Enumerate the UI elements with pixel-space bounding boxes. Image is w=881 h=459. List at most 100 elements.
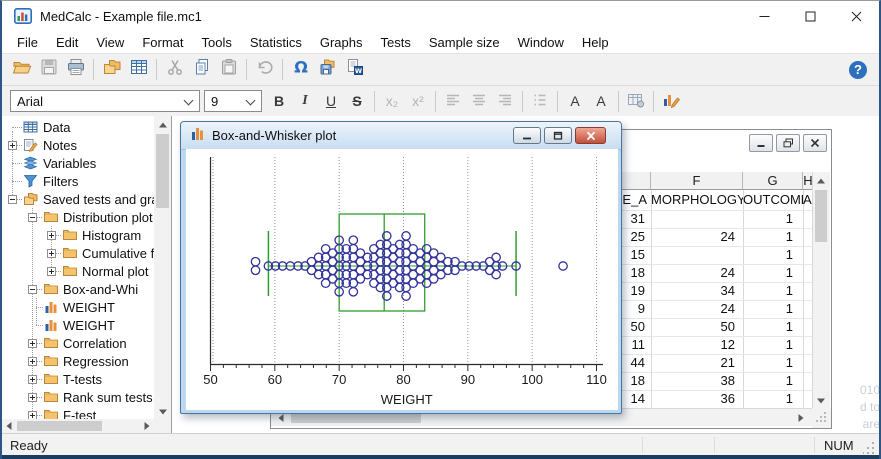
expand-toggle-icon[interactable] (28, 393, 37, 402)
bullet-list-button[interactable] (527, 89, 553, 113)
decrease-font-button[interactable]: A (588, 89, 614, 113)
sheet-resize-grip[interactable] (812, 408, 831, 428)
close-button[interactable] (833, 1, 879, 31)
sidebar-horizontal-scrollbar[interactable] (2, 419, 171, 433)
expand-toggle-icon[interactable] (8, 141, 17, 150)
data-cell[interactable] (651, 210, 743, 228)
data-cell[interactable]: 1 (743, 354, 803, 372)
increase-font-button[interactable]: A (562, 89, 588, 113)
variable-name-cell-F[interactable]: MORPHOLOGY (651, 190, 743, 210)
collapse-toggle-icon[interactable] (28, 213, 37, 222)
scroll-down-arrow[interactable] (154, 402, 171, 419)
expand-toggle-icon[interactable] (28, 357, 37, 366)
align-center-button[interactable] (466, 89, 492, 113)
column-header-G[interactable]: G (743, 172, 803, 190)
scroll-up-arrow[interactable] (813, 172, 829, 189)
variable-name-cell-G[interactable]: OUTCOME (743, 190, 803, 210)
sidebar-item-f-test[interactable]: F-test (2, 406, 154, 419)
resize-grip[interactable] (862, 442, 876, 454)
data-cell[interactable]: 24 (651, 264, 743, 282)
data-cell[interactable]: 34 (651, 282, 743, 300)
align-right-button[interactable] (492, 89, 518, 113)
help-button[interactable]: ? (849, 61, 867, 79)
sidebar-item-histogram[interactable]: Histogram (2, 226, 154, 244)
scroll-up-arrow[interactable] (154, 116, 171, 133)
sidebar-item-distribution-plot[interactable]: Distribution plot (2, 208, 154, 226)
menu-file[interactable]: File (8, 33, 47, 52)
data-cell[interactable]: 1 (743, 210, 803, 228)
sidebar-item-regression[interactable]: Regression (2, 352, 154, 370)
data-cell[interactable]: 1 (743, 228, 803, 246)
data-cell[interactable]: 12 (651, 336, 743, 354)
sidebar-vertical-scrollbar[interactable] (154, 116, 171, 419)
menu-help[interactable]: Help (573, 33, 618, 52)
sidebar-item-cumulative-fr[interactable]: Cumulative fr (2, 244, 154, 262)
data-cell[interactable]: 36 (651, 390, 743, 408)
data-cell[interactable]: 24 (651, 300, 743, 318)
plot-window-titlebar[interactable]: Box-and-Whisker plot (181, 122, 621, 150)
data-cell[interactable]: 1 (743, 336, 803, 354)
sidebar-item-normal-plot[interactable]: Normal plot (2, 262, 154, 280)
italic-button[interactable]: I (292, 89, 318, 113)
scroll-down-arrow[interactable] (813, 391, 829, 408)
export-word-button[interactable]: W (341, 57, 368, 83)
strikethrough-button[interactable]: S (344, 89, 370, 113)
save-button[interactable] (35, 57, 62, 83)
scroll-thumb[interactable] (17, 421, 102, 431)
menu-view[interactable]: View (87, 33, 133, 52)
menu-edit[interactable]: Edit (47, 33, 87, 52)
print-button[interactable] (62, 57, 89, 83)
collapse-toggle-icon[interactable] (8, 195, 17, 204)
plot-restore-button[interactable] (544, 127, 572, 144)
sheet-close-button[interactable] (803, 134, 827, 152)
cell-format-button[interactable] (623, 89, 649, 113)
maximize-button[interactable] (787, 1, 833, 31)
sidebar-item-saved-tests-and-grap[interactable]: Saved tests and grap (2, 190, 154, 208)
menu-window[interactable]: Window (509, 33, 573, 52)
subscript-button[interactable]: x₂ (379, 89, 405, 113)
plot-minimize-button[interactable] (513, 127, 541, 144)
data-cell[interactable]: 38 (651, 372, 743, 390)
data-cell[interactable]: 21 (651, 354, 743, 372)
edit-graph-button[interactable] (658, 89, 684, 113)
sidebar-item-variables[interactable]: Variables (2, 154, 154, 172)
menu-sample-size[interactable]: Sample size (420, 33, 509, 52)
data-cell[interactable]: 24 (651, 228, 743, 246)
superscript-button[interactable]: x² (405, 89, 431, 113)
sidebar-item-filters[interactable]: Filters (2, 172, 154, 190)
menu-tools[interactable]: Tools (192, 33, 240, 52)
plot-close-button[interactable] (575, 127, 606, 144)
data-cell[interactable]: 1 (743, 264, 803, 282)
expand-toggle-icon[interactable] (28, 339, 37, 348)
duplicate-button[interactable] (98, 57, 125, 83)
align-left-button[interactable] (440, 89, 466, 113)
data-cell[interactable]: 1 (743, 246, 803, 264)
expand-toggle-icon[interactable] (28, 375, 37, 384)
font-family-select[interactable]: Arial (10, 90, 200, 112)
sheet-minimize-button[interactable] (749, 134, 773, 152)
sidebar-item-data[interactable]: Data (2, 118, 154, 136)
data-grid-button[interactable] (125, 57, 152, 83)
column-header-F[interactable]: F (651, 172, 743, 190)
sheet-vertical-scrollbar[interactable] (812, 172, 830, 408)
sidebar-item-weight[interactable]: WEIGHT (2, 316, 154, 334)
data-cell[interactable]: 1 (743, 390, 803, 408)
expand-toggle-icon[interactable] (47, 249, 56, 258)
expand-toggle-icon[interactable] (28, 411, 37, 419)
expand-toggle-icon[interactable] (47, 231, 56, 240)
undo-button[interactable] (251, 57, 278, 83)
minimize-button[interactable] (741, 1, 787, 31)
underline-button[interactable]: U (318, 89, 344, 113)
menu-format[interactable]: Format (133, 33, 192, 52)
menu-graphs[interactable]: Graphs (311, 33, 372, 52)
scroll-right-arrow[interactable] (140, 419, 154, 433)
data-cell[interactable] (651, 246, 743, 264)
sidebar-item-weight[interactable]: WEIGHT (2, 298, 154, 316)
sidebar-item-notes[interactable]: Notes (2, 136, 154, 154)
sidebar-item-t-tests[interactable]: T-tests (2, 370, 154, 388)
scroll-thumb[interactable] (815, 190, 827, 242)
bold-button[interactable]: B (266, 89, 292, 113)
menu-tests[interactable]: Tests (372, 33, 420, 52)
scroll-right-arrow[interactable] (793, 410, 809, 425)
scroll-left-arrow[interactable] (2, 419, 16, 433)
